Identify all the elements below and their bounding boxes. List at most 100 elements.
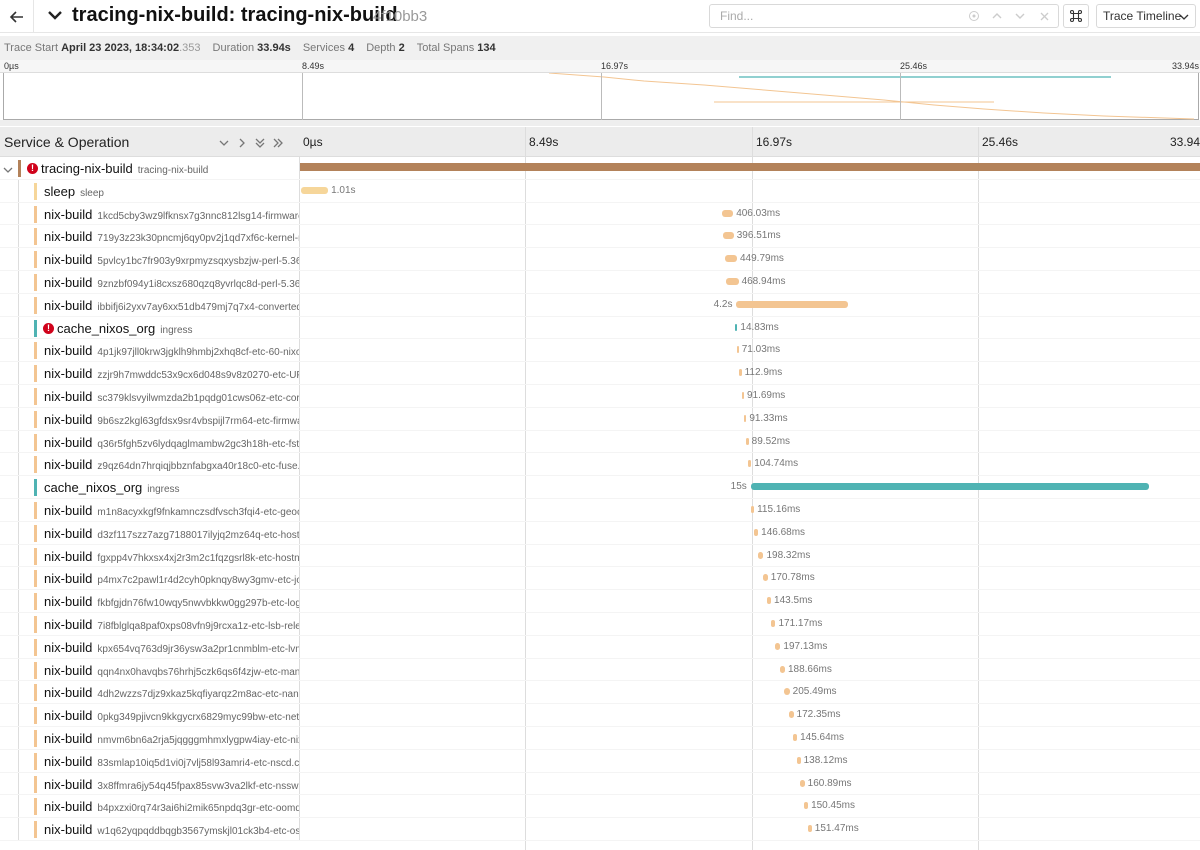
span-name-cell[interactable]: ! cache_nixos_org ingress bbox=[0, 316, 300, 339]
span-name-cell[interactable]: nix-build fgxpp4v7hkxsx4xj2r3m2c1fqzgsrl8… bbox=[0, 544, 300, 567]
span-bar[interactable] bbox=[300, 163, 1200, 171]
span-bar[interactable] bbox=[750, 483, 1149, 491]
span-name-cell[interactable]: nix-build ibbifj6i2yxv7ay6xx51db479mj7q7x… bbox=[0, 293, 300, 316]
chevron-up-icon[interactable] bbox=[989, 8, 1005, 24]
span-bar[interactable] bbox=[784, 688, 790, 696]
span-name-cell[interactable]: nix-build 719y3z23k30pncmj6qy0pv2j1qd7xf6… bbox=[0, 225, 300, 248]
span-bar[interactable] bbox=[804, 802, 809, 810]
span-row[interactable]: nix-build 9b6sz2kgl63gfdsx9sr4vbspijl7rm6… bbox=[0, 407, 1200, 431]
span-row[interactable]: nix-build kpx654vq763d9jr36ysw3a2pr1cnmbl… bbox=[0, 635, 1200, 659]
span-bar[interactable] bbox=[770, 620, 776, 627]
span-bar[interactable] bbox=[796, 756, 801, 764]
span-row[interactable]: nix-build fgxpp4v7hkxsx4xj2r3m2c1fqzgsrl8… bbox=[0, 544, 1200, 568]
span-bar[interactable] bbox=[743, 414, 747, 422]
span-name-cell[interactable]: nix-build 5pvlcy1bc7fr903y9xrpmyzsqxysbzj… bbox=[0, 248, 300, 270]
span-bar[interactable] bbox=[751, 506, 755, 513]
span-name-cell[interactable]: nix-build qqn4nx0havqbs76hrhj5czk6qs6f4zj… bbox=[0, 658, 300, 681]
span-row[interactable]: nix-build sc379klsvyilwmzda2b1pqdg01cws06… bbox=[0, 385, 1200, 408]
span-bar[interactable] bbox=[793, 734, 798, 741]
back-button[interactable] bbox=[0, 0, 34, 33]
span-row[interactable]: nix-build 7i8fblglqa8paf0xps08vfn9j9rcxa1… bbox=[0, 613, 1200, 636]
span-bar[interactable] bbox=[735, 323, 738, 331]
span-row[interactable]: nix-build ibbifj6i2yxv7ay6xx51db479mj7q7x… bbox=[0, 293, 1200, 317]
span-name-cell[interactable]: nix-build sc379klsvyilwmzda2b1pqdg01cws06… bbox=[0, 385, 300, 407]
span-bar[interactable] bbox=[779, 665, 785, 673]
span-bar[interactable] bbox=[746, 437, 749, 445]
span-row[interactable]: nix-build 83smlap10iq5d1vi0j7vlj58l93amri… bbox=[0, 749, 1200, 773]
span-bar[interactable] bbox=[726, 278, 739, 285]
span-bar[interactable] bbox=[758, 551, 764, 559]
span-bar[interactable] bbox=[754, 528, 759, 536]
span-bar[interactable] bbox=[736, 300, 848, 308]
span-name-cell[interactable]: nix-build 0pkg349pjivcn9kkgycrx6829myc99b… bbox=[0, 704, 300, 726]
span-name-cell[interactable]: nix-build q36r5fgh5zv6lydqaglmambw2gc3h18… bbox=[0, 430, 300, 453]
span-row[interactable]: ! cache_nixos_org ingress 14.83ms bbox=[0, 316, 1200, 340]
span-name-cell[interactable]: nix-build 83smlap10iq5d1vi0j7vlj58l93amri… bbox=[0, 749, 300, 772]
span-name-cell[interactable]: nix-build 7i8fblglqa8paf0xps08vfn9j9rcxa1… bbox=[0, 613, 300, 635]
span-row[interactable]: nix-build fkbfgjdn76fw10wqy5nwvbkkw0gg297… bbox=[0, 590, 1200, 613]
keyboard-shortcuts-button[interactable] bbox=[1063, 4, 1089, 28]
span-row[interactable]: nix-build z9qz64dn7hrqiqjbbznfabgxa40r18c… bbox=[0, 453, 1200, 477]
span-row[interactable]: nix-build zzjr9h7mwddc53x9cx6d048s9v8z027… bbox=[0, 362, 1200, 385]
span-row[interactable]: nix-build 5pvlcy1bc7fr903y9xrpmyzsqxysbzj… bbox=[0, 248, 1200, 271]
span-row[interactable]: nix-build p4mx7c2pawl1r4d2cyh0pknqy8wy3gm… bbox=[0, 567, 1200, 591]
expand-all-icon[interactable] bbox=[273, 135, 283, 153]
span-name-cell[interactable]: nix-build b4pxzxi0rq74r3ai6hi2mik65npdq3g… bbox=[0, 795, 300, 818]
chevron-down-icon[interactable] bbox=[46, 6, 64, 29]
span-bar[interactable] bbox=[738, 369, 742, 377]
span-bar[interactable] bbox=[725, 255, 737, 263]
collapse-one-icon[interactable] bbox=[219, 135, 229, 153]
find-input[interactable] bbox=[710, 5, 960, 27]
expand-one-icon[interactable] bbox=[237, 135, 247, 153]
span-bar[interactable] bbox=[807, 825, 812, 833]
chevron-down-icon[interactable] bbox=[1012, 8, 1028, 24]
span-name-cell[interactable]: nix-build w1q62yqpqddbqgb3567ymskjl01ck3b… bbox=[0, 818, 300, 840]
span-row[interactable]: nix-build 3x8ffmra6jy54q45fpax85svw3va2lk… bbox=[0, 772, 1200, 796]
trace-minimap[interactable]: 0µs 8.49s 16.97s 25.46s 33.94s bbox=[0, 60, 1200, 126]
span-row[interactable]: nix-build 0pkg349pjivcn9kkgycrx6829myc99b… bbox=[0, 704, 1200, 727]
span-name-cell[interactable]: sleep sleep bbox=[0, 179, 300, 202]
view-select[interactable]: Trace Timeline bbox=[1096, 4, 1196, 28]
span-bar[interactable] bbox=[748, 460, 752, 468]
span-row[interactable]: nix-build q36r5fgh5zv6lydqaglmambw2gc3h18… bbox=[0, 430, 1200, 454]
span-name-cell[interactable]: nix-build p4mx7c2pawl1r4d2cyh0pknqy8wy3gm… bbox=[0, 567, 300, 590]
span-row[interactable]: sleep sleep 1.01s bbox=[0, 179, 1200, 203]
span-name-cell[interactable]: nix-build 4dh2wzzs7djz9xkaz5kqfiyarqz2m8a… bbox=[0, 681, 300, 704]
minimap-scrubber[interactable] bbox=[0, 120, 1200, 126]
span-name-cell[interactable]: nix-build kpx654vq763d9jr36ysw3a2pr1cnmbl… bbox=[0, 635, 300, 658]
span-name-cell[interactable]: nix-build 4p1jk97jll0krw3jgklh9hmbj2xhq8c… bbox=[0, 339, 300, 362]
close-icon[interactable] bbox=[1036, 8, 1052, 24]
span-name-cell[interactable]: nix-build m1n8acyxkgf9fnkamnczsdfvsch3fqi… bbox=[0, 499, 300, 521]
span-bar[interactable] bbox=[800, 779, 805, 787]
span-bar[interactable] bbox=[788, 711, 794, 719]
span-bar[interactable] bbox=[741, 392, 744, 399]
span-name-cell[interactable]: nix-build 1kcd5cby3wz9lfknsx7g3nnc812lsg1… bbox=[0, 202, 300, 225]
span-name-cell[interactable]: nix-build 3x8ffmra6jy54q45fpax85svw3va2lk… bbox=[0, 772, 300, 795]
span-row[interactable]: nix-build d3zf117szz7azg7188017ilyjq2mz64… bbox=[0, 521, 1200, 545]
span-bar[interactable] bbox=[722, 209, 734, 217]
span-row[interactable]: nix-build w1q62yqpqddbqgb3567ymskjl01ck3b… bbox=[0, 818, 1200, 841]
locate-icon[interactable] bbox=[966, 8, 982, 24]
span-row[interactable]: nix-build 9znzbf094y1i8cxsz680qzq8yvrlqc8… bbox=[0, 271, 1200, 294]
span-name-cell[interactable]: nix-build fkbfgjdn76fw10wqy5nwvbkkw0gg297… bbox=[0, 590, 300, 612]
span-row[interactable]: nix-build m1n8acyxkgf9fnkamnczsdfvsch3fqi… bbox=[0, 499, 1200, 522]
span-name-cell[interactable]: nix-build d3zf117szz7azg7188017ilyjq2mz64… bbox=[0, 521, 300, 544]
span-row[interactable]: nix-build 719y3z23k30pncmj6qy0pv2j1qd7xf6… bbox=[0, 225, 1200, 249]
span-row[interactable]: nix-build qqn4nx0havqbs76hrhj5czk6qs6f4zj… bbox=[0, 658, 1200, 682]
span-name-cell[interactable]: nix-build 9znzbf094y1i8cxsz680qzq8yvrlqc8… bbox=[0, 271, 300, 293]
span-name-cell[interactable]: nix-build nmvm6bn6a2rja5jqgggmhmxlygpw4ia… bbox=[0, 727, 300, 749]
span-row[interactable]: nix-build 1kcd5cby3wz9lfknsx7g3nnc812lsg1… bbox=[0, 202, 1200, 226]
span-row[interactable]: nix-build 4p1jk97jll0krw3jgklh9hmbj2xhq8c… bbox=[0, 339, 1200, 363]
span-row[interactable]: ! tracing-nix-build tracing-nix-build bbox=[0, 157, 1200, 180]
span-row[interactable]: nix-build nmvm6bn6a2rja5jqgggmhmxlygpw4ia… bbox=[0, 727, 1200, 750]
span-name-cell[interactable]: ! tracing-nix-build tracing-nix-build bbox=[0, 157, 300, 179]
span-row[interactable]: cache_nixos_org ingress 15s bbox=[0, 476, 1200, 499]
span-name-cell[interactable]: nix-build z9qz64dn7hrqiqjbbznfabgxa40r18c… bbox=[0, 453, 300, 476]
span-bar[interactable] bbox=[775, 642, 781, 650]
span-name-cell[interactable]: nix-build 9b6sz2kgl63gfdsx9sr4vbspijl7rm6… bbox=[0, 407, 300, 430]
span-bar[interactable] bbox=[767, 597, 772, 605]
span-bar[interactable] bbox=[723, 232, 734, 240]
span-bar[interactable] bbox=[736, 346, 739, 354]
span-bar[interactable] bbox=[301, 186, 329, 194]
span-name-cell[interactable]: cache_nixos_org ingress bbox=[0, 476, 300, 498]
